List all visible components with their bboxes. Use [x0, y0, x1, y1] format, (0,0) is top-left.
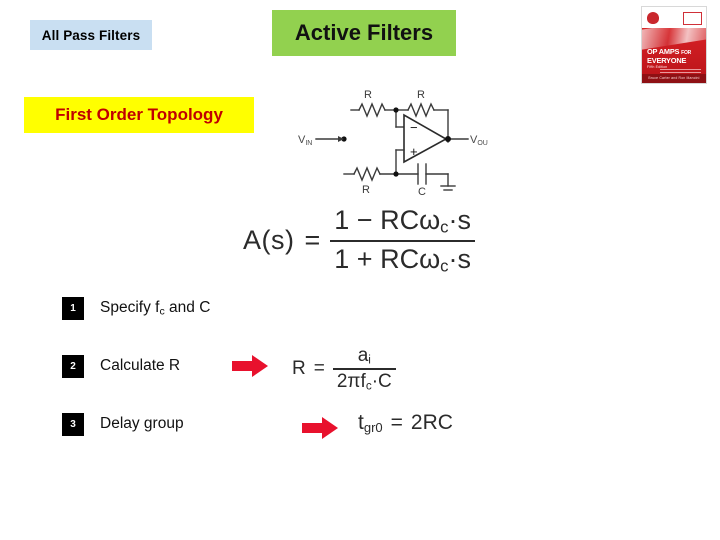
transfer-function-equals: =	[304, 225, 321, 256]
step-label: Specify fc and C	[100, 299, 210, 318]
transfer-function-lhs: A(s)	[243, 225, 295, 256]
label-v-out: VOUT	[470, 134, 488, 147]
red-arrow-calculate-r	[232, 355, 268, 377]
eq-tgr-lhs-sub: gr0	[363, 419, 383, 435]
step-number-badge: 2	[62, 354, 84, 378]
numerator-sub: c	[440, 217, 449, 237]
step-label-post: and C	[164, 298, 211, 316]
design-steps-list: 1 Specify fc and C 2 Calculate R 3 Delay…	[62, 296, 292, 470]
eq-r-numerator-pre: a	[357, 345, 369, 366]
first-order-topology-banner: First Order Topology	[24, 97, 254, 133]
book-cover-footer-band: Bruce Carter and Ron Mancini	[642, 74, 706, 83]
step-label-pre: Delay group	[100, 414, 184, 432]
all-pass-filters-chip: All Pass Filters	[30, 20, 152, 50]
book-cover-badge	[683, 12, 702, 25]
label-v-in: VIN	[298, 134, 312, 147]
eq-r-denominator: 2πfc·C	[333, 370, 396, 393]
group-delay-equation: tgr0 = 2RC	[358, 411, 453, 435]
eq-r-numerator: ai	[354, 345, 375, 368]
eq-r-denominator-post: ·C	[371, 371, 392, 392]
book-title-line1: OP AMPS	[647, 47, 680, 56]
step-number-badge: 3	[62, 412, 84, 436]
list-item: 3 Delay group	[62, 412, 292, 436]
book-title-for: FOR	[681, 50, 692, 56]
eq-r-equals: =	[313, 358, 325, 379]
publisher-logo-icon	[647, 12, 659, 24]
step-number-badge: 1	[62, 296, 84, 320]
label-resistor-feedback: R	[417, 89, 425, 101]
circuit-svg: R R R C VIN VOUT − +	[298, 89, 488, 198]
label-opamp-noninverting: +	[410, 144, 418, 159]
numerator-post: ·s	[448, 205, 472, 235]
denominator-sub: c	[440, 256, 449, 276]
active-filters-title-chip: Active Filters	[272, 10, 456, 56]
book-cover-title: OP AMPS FOR EVERYONE	[647, 47, 702, 66]
denominator-pre: 1 + RCω	[334, 243, 441, 274]
label-resistor-bottom: R	[362, 184, 370, 196]
eq-r-numerator-sub: i	[368, 353, 371, 367]
red-arrow-delay-group	[302, 417, 338, 439]
book-cover-footer-text: Bruce Carter and Ron Mancini	[648, 76, 700, 80]
eq-tgr-equals: =	[390, 411, 403, 434]
transfer-function-numerator: 1 − RCωc·s	[330, 205, 475, 240]
transfer-function-denominator: 1 + RCωc·s	[330, 242, 475, 277]
circuit-schematic: R R R C VIN VOUT − +	[296, 82, 488, 200]
right-arrow-icon	[232, 355, 268, 377]
step-label-pre: Specify f	[100, 298, 160, 316]
step-label-pre: Calculate R	[100, 356, 181, 374]
numerator-pre: 1 − RCω	[334, 205, 441, 235]
label-resistor-top-left: R	[364, 89, 372, 101]
denominator-post: ·s	[448, 243, 472, 274]
step-label: Delay group	[100, 415, 184, 434]
label-opamp-inverting: −	[410, 120, 418, 135]
eq-r-denominator-pre: 2πf	[336, 371, 366, 392]
eq-tgr-rhs: 2RC	[410, 411, 453, 434]
eq-r-fraction: ai 2πfc·C	[332, 345, 396, 393]
book-cover-op-amps-for-everyone: OP AMPS FOR EVERYONE Fifth Edition Bruce…	[641, 6, 707, 84]
list-item: 1 Specify fc and C	[62, 296, 292, 320]
transfer-function-fraction: 1 − RCωc·s 1 + RCωc·s	[330, 205, 476, 277]
step-label: Calculate R	[100, 357, 180, 376]
eq-r-lhs: R	[292, 358, 306, 379]
transfer-function-equation: A(s) = 1 − RCωc·s 1 + RCωc·s	[243, 205, 476, 277]
resistor-value-equation: R = ai 2πfc·C	[292, 345, 396, 393]
right-arrow-icon	[302, 417, 338, 439]
label-capacitor: C	[418, 186, 426, 198]
slide-canvas: All Pass Filters Active Filters OP AMPS …	[0, 0, 720, 540]
